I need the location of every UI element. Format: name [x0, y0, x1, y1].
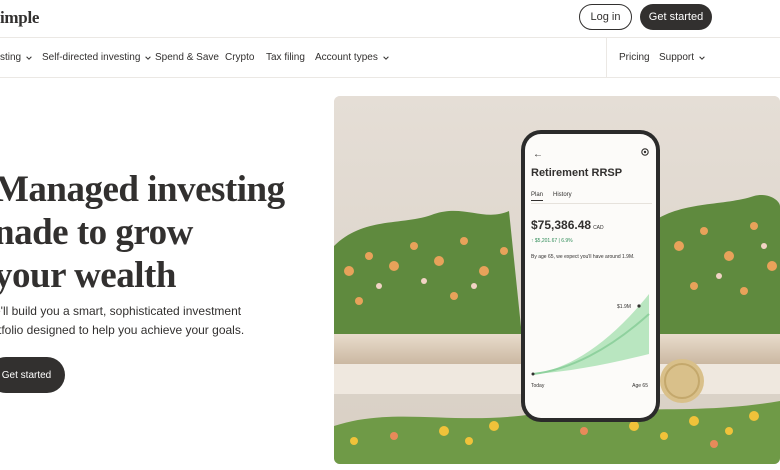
nav-item-pricing[interactable]: Pricing: [619, 52, 650, 63]
axis-label-today: Today: [531, 383, 545, 389]
nav-item-crypto[interactable]: Crypto: [225, 52, 254, 63]
projection-note: By age 65, we expect you'll have around …: [531, 254, 635, 260]
chevron-down-icon: [145, 55, 152, 60]
nav-item-self-directed-investing[interactable]: Self-directed investing: [42, 52, 152, 63]
nav-item-label: Pricing: [619, 52, 650, 63]
nav-item-label: Account types: [315, 52, 378, 63]
nav-item-label: Tax filing: [266, 52, 305, 63]
gear-icon[interactable]: [640, 147, 650, 157]
nav-item-label: Support: [659, 52, 695, 63]
hero-get-started-button[interactable]: Get started: [0, 357, 65, 393]
account-tabs: Plan History: [531, 190, 652, 204]
main-nav: sting Self-directed investing Spend & Sa…: [0, 38, 780, 78]
arrow-left-icon[interactable]: ←: [533, 149, 543, 160]
nav-item-label: Self-directed investing: [42, 52, 141, 63]
axis-label-age: Age 65: [632, 383, 648, 389]
nav-item-label: sting: [0, 52, 22, 63]
nav-item-account-types[interactable]: Account types: [315, 52, 390, 63]
nav-divider: [606, 38, 607, 78]
hero-title-line: nade to grow: [0, 212, 193, 253]
nav-item-spend-save[interactable]: Spend & Save: [155, 52, 219, 63]
account-title: Retirement RRSP: [531, 167, 623, 179]
tab-history[interactable]: History: [553, 192, 572, 198]
nav-item-tax-filing[interactable]: Tax filing: [266, 52, 305, 63]
phone-screen: ← Retirement RRSP Plan History $75,386.4…: [525, 134, 656, 418]
nav-item-support[interactable]: Support: [659, 52, 706, 63]
hero-subtitle-line: rtfolio designed to help you achieve you…: [0, 323, 245, 337]
header-get-started-button[interactable]: Get started: [640, 4, 712, 30]
chevron-down-icon: [383, 55, 389, 60]
account-balance: $75,386.48 CAD: [531, 218, 604, 232]
nav-item-label: Spend & Save: [155, 52, 219, 63]
hero-title-line: your wealth: [0, 255, 176, 296]
tab-plan[interactable]: Plan: [531, 192, 544, 201]
chevron-down-icon: [699, 55, 705, 60]
top-header: imple Log in Get started: [0, 0, 780, 38]
hero-title: Managed investing nade to grow your weal…: [0, 168, 314, 297]
nav-item-managed-investing[interactable]: sting: [0, 52, 33, 63]
hero-title-line: Managed investing: [0, 169, 285, 210]
balance-value: $75,386.48: [531, 218, 592, 232]
balance-gain: ↑ $5,201.67 | 6.9%: [531, 238, 573, 244]
projection-chart: $1.9M: [531, 294, 650, 376]
chevron-down-icon: [26, 55, 32, 60]
brand-logo[interactable]: imple: [0, 8, 39, 28]
phone-mockup: ← Retirement RRSP Plan History $75,386.4…: [521, 130, 660, 422]
balance-currency: CAD: [593, 225, 604, 231]
login-button[interactable]: Log in: [579, 4, 632, 30]
projection-label: $1.9M: [617, 304, 631, 310]
hero-subtitle-line: e'll build you a smart, sophisticated in…: [0, 304, 242, 318]
hero-subtitle: e'll build you a smart, sophisticated in…: [0, 302, 314, 340]
nav-item-label: Crypto: [225, 52, 255, 63]
